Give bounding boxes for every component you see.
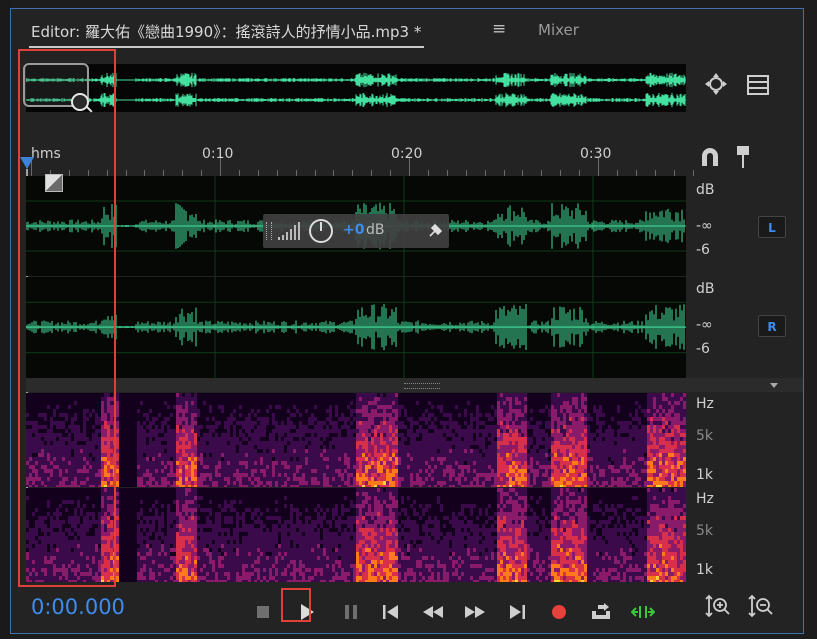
panel-menu-icon[interactable]: ≡ [492,19,506,39]
ruler-tick [220,158,221,176]
zoom-in-amplitude-icon[interactable] [705,594,731,623]
go-to-start-button[interactable] [376,597,406,627]
time-ruler[interactable]: hms 0:10 0:20 0:30 [26,142,694,176]
db-label: dB [696,281,715,297]
spectral-right-svg [26,488,686,582]
hz-label: 5k [696,523,714,539]
hud-pin-icon[interactable] [427,223,443,239]
hz-label: 1k [696,467,714,483]
pause-icon [345,605,357,619]
hud-grip[interactable] [266,222,272,240]
left-gutter [0,0,10,639]
tab-editor-label: Editor: 羅大佑《戀曲1990》：搖滾詩人的抒情小品.mp3 * [31,23,422,41]
list-view-svg [747,75,769,95]
hud-gain-unit: dB [366,222,385,238]
overview-channel-right [26,92,686,108]
hz-label: 1k [696,562,714,578]
highlight-box-play-button [281,588,311,622]
overview-waveform[interactable] [26,64,686,112]
overview-channel-left [26,72,686,88]
snap-magnet-svg [702,148,718,166]
volume-hud[interactable]: +0 dB [263,214,449,248]
divider-arrow-icon[interactable] [770,383,778,388]
skip-silence-button[interactable] [628,597,658,627]
fast-forward-icon [465,606,485,618]
zoom-out-amplitude-icon[interactable] [748,594,774,623]
channel-right-scale: dB -∞ -6 R [686,277,803,378]
record-button[interactable] [544,597,574,627]
spectral-divider[interactable] [26,378,803,392]
spectral-left-scale: Hz 5k 1k [686,393,803,487]
highlight-box-left-region [18,49,116,587]
spectral-left-svg [26,393,686,487]
list-view-icon[interactable] [747,75,769,100]
rewind-button[interactable] [418,597,448,627]
pause-button[interactable] [336,597,366,627]
channel-right-button[interactable]: R [758,315,786,337]
db-label: -∞ [696,317,713,333]
editor-panel: Editor: 羅大佑《戀曲1990》：搖滾詩人的抒情小品.mp3 * ≡ Mi… [10,8,804,634]
loop-icon [592,603,610,619]
hz-label: 5k [696,428,714,444]
skip-end-icon [510,605,525,619]
marker-pin-icon[interactable] [735,144,751,175]
stop-icon [257,606,269,618]
record-icon [552,605,566,619]
tab-editor[interactable]: Editor: 羅大佑《戀曲1990》：搖滾詩人的抒情小品.mp3 * [29,21,425,48]
hz-label: Hz [696,491,714,507]
tab-mixer[interactable]: Mixer [538,21,579,39]
channel-left-button[interactable]: L [758,216,786,238]
ruler-mark-label: 0:30 [580,146,612,162]
zoom-navigator-icon[interactable] [704,72,728,101]
waveform-channel-right[interactable] [26,277,686,378]
zoom-out-amplitude-svg [748,594,773,618]
level-meter-icon [278,222,300,240]
waveform-right-trace [26,303,686,351]
active-tab-underline [29,46,425,48]
hz-label: Hz [696,396,714,412]
db-label: -6 [696,242,710,258]
ruler-tick [409,158,410,176]
skip-start-icon [383,605,398,619]
spectral-view-right[interactable] [26,488,686,582]
waveform-right-svg [26,277,686,378]
ruler-tick [598,158,599,176]
marker-pin-svg [737,146,749,168]
go-to-end-button[interactable] [502,597,532,627]
hud-gain-value[interactable]: +0 [343,222,364,238]
rewind-icon [423,606,443,618]
stop-button[interactable] [248,597,278,627]
ruler-mark-label: 0:20 [391,146,423,162]
skip-silence-icon [631,606,655,618]
db-label: -6 [696,341,710,357]
loop-playback-button[interactable] [586,597,616,627]
divider-grip[interactable] [404,383,440,389]
db-label: -∞ [696,218,713,234]
db-label: dB [696,182,715,198]
zoom-navigator-svg [705,73,727,95]
spectral-right-scale: Hz 5k 1k [686,488,803,582]
snap-magnet-icon[interactable] [699,146,721,173]
spectral-view-left[interactable] [26,393,686,487]
volume-knob-icon[interactable] [308,218,334,244]
overview-waveform-svg [26,72,686,108]
ruler-mark-label: 0:10 [202,146,234,162]
fast-forward-button[interactable] [460,597,490,627]
tab-bar: Editor: 羅大佑《戀曲1990》：搖滾詩人的抒情小品.mp3 * ≡ Mi… [11,9,803,49]
zoom-in-amplitude-svg [705,594,730,618]
channel-left-scale: dB -∞ -6 L [686,176,803,276]
current-time-display[interactable]: 0:00.000 [31,595,125,619]
